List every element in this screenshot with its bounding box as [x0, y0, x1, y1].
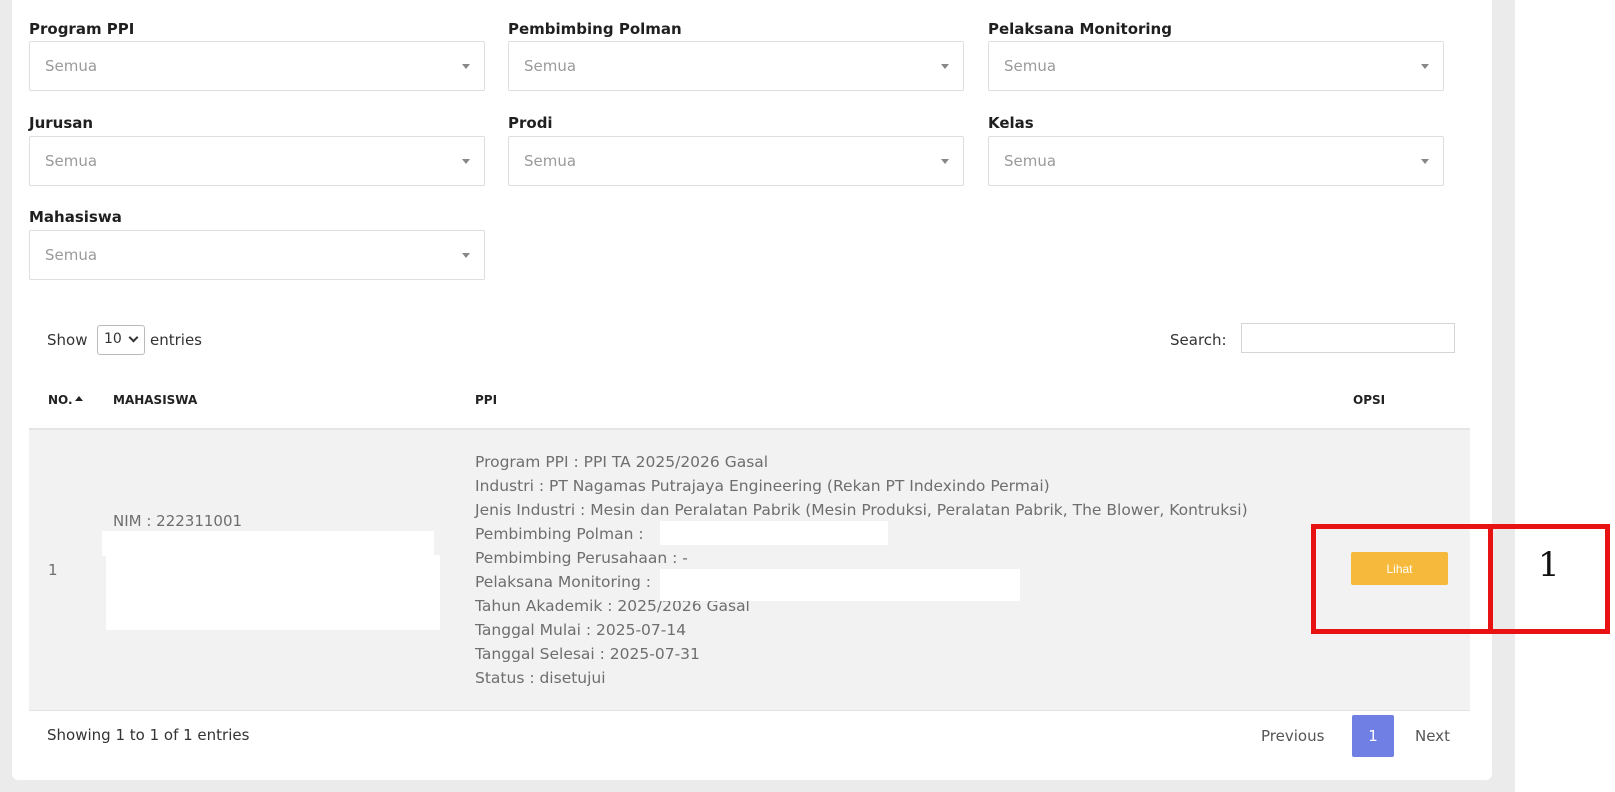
sort-ascending-icon: [74, 396, 83, 401]
select-value: Semua: [45, 57, 98, 75]
ppi-industri: Industri : PT Nagamas Putrajaya Engineer…: [475, 477, 1050, 495]
select-value: Semua: [1004, 57, 1057, 75]
filter-label-kelas: Kelas: [988, 114, 1034, 132]
kelas-select[interactable]: Semua: [988, 136, 1444, 186]
pagination-page-1[interactable]: 1: [1352, 715, 1394, 757]
caret-down-icon: [941, 159, 949, 164]
search-label: Search:: [1170, 331, 1227, 349]
student-nim: NIM : 222311001: [113, 512, 243, 530]
redacted-pelaksana-monitoring: [660, 569, 1020, 601]
entries-label: entries: [150, 331, 202, 349]
table-row-divider: [29, 710, 1470, 711]
redacted-pembimbing-polman: [660, 521, 888, 545]
column-header-opsi[interactable]: OPSI: [1353, 393, 1385, 407]
caret-down-icon: [462, 253, 470, 258]
filter-label-jurusan: Jurusan: [29, 114, 94, 132]
annotation-number: 1: [1538, 545, 1560, 585]
prodi-select[interactable]: Semua: [508, 136, 964, 186]
jurusan-select[interactable]: Semua: [29, 136, 485, 186]
select-value: Semua: [1004, 152, 1057, 170]
select-value: Semua: [524, 152, 577, 170]
chevron-down-icon: [128, 332, 139, 343]
filter-label-mahasiswa: Mahasiswa: [29, 208, 122, 226]
show-label: Show: [47, 331, 88, 349]
filter-label-prodi: Prodi: [508, 114, 553, 132]
table-info: Showing 1 to 1 of 1 entries: [47, 726, 250, 744]
filter-label-program-ppi: Program PPI: [29, 20, 135, 38]
select-value: Semua: [45, 246, 98, 264]
ppi-jenis-industri: Jenis Industri : Mesin dan Peralatan Pab…: [475, 501, 1248, 519]
ppi-tanggal-mulai: Tanggal Mulai : 2025-07-14: [475, 621, 687, 639]
pagination-next[interactable]: Next: [1415, 727, 1450, 745]
caret-down-icon: [941, 64, 949, 69]
entries-length-select[interactable]: 10: [97, 325, 145, 355]
ppi-pembimbing-perusahaan: Pembimbing Perusahaan : -: [475, 549, 688, 567]
ppi-program: Program PPI : PPI TA 2025/2026 Gasal: [475, 453, 769, 471]
row-number: 1: [48, 561, 58, 579]
redacted-student-details: [106, 555, 440, 630]
caret-down-icon: [462, 159, 470, 164]
pagination-previous[interactable]: Previous: [1261, 727, 1324, 745]
ppi-tanggal-selesai: Tanggal Selesai : 2025-07-31: [475, 645, 700, 663]
pembimbing-polman-select[interactable]: Semua: [508, 41, 964, 91]
ppi-status: Status : disetujui: [475, 669, 606, 687]
entries-length-value: 10: [104, 331, 122, 347]
filter-label-pelaksana-monitoring: Pelaksana Monitoring: [988, 20, 1172, 38]
filter-label-pembimbing-polman: Pembimbing Polman: [508, 20, 682, 38]
select-value: Semua: [524, 57, 577, 75]
caret-down-icon: [1421, 159, 1429, 164]
column-header-no[interactable]: NO.: [48, 393, 83, 407]
column-header-no-label: NO.: [48, 393, 73, 407]
column-header-mahasiswa[interactable]: MAHASISWA: [113, 393, 197, 407]
program-ppi-select[interactable]: Semua: [29, 41, 485, 91]
annotation-highlight-box: [1311, 524, 1493, 634]
caret-down-icon: [462, 64, 470, 69]
mahasiswa-select[interactable]: Semua: [29, 230, 485, 280]
search-input[interactable]: [1241, 323, 1455, 353]
caret-down-icon: [1421, 64, 1429, 69]
select-value: Semua: [45, 152, 98, 170]
pelaksana-monitoring-select[interactable]: Semua: [988, 41, 1444, 91]
column-header-ppi[interactable]: PPI: [475, 393, 497, 407]
redacted-student-name: [102, 531, 434, 556]
